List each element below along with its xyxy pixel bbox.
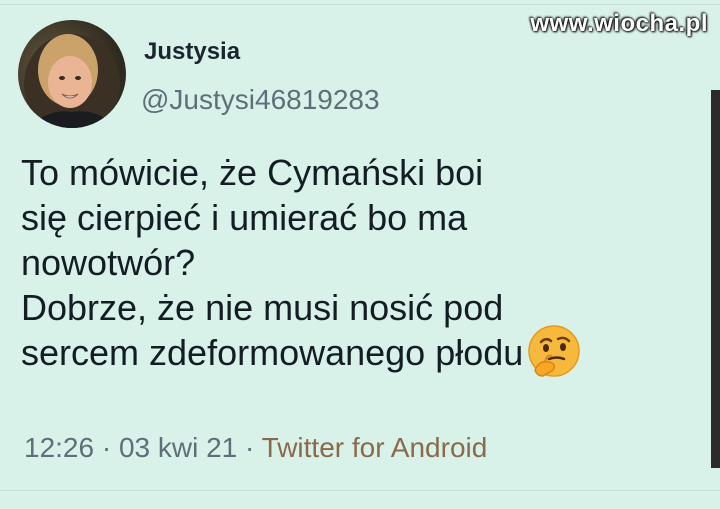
avatar-image: [24, 34, 120, 128]
tweet-line: się cierpieć i umierać bo ma: [21, 197, 468, 238]
tweet-time[interactable]: 12:26: [24, 432, 94, 463]
meta-separator: ·: [94, 432, 119, 463]
meta-separator: ·: [237, 432, 262, 463]
scrollbar[interactable]: [711, 90, 720, 468]
tweet-line: nowotwór?: [21, 242, 196, 283]
avatar[interactable]: [18, 20, 126, 128]
tweet-card: Justysia @Justysi46819283 www.wiocha.pl …: [0, 0, 720, 509]
tweet-text: To mówicie, że Cymański boi się cierpieć…: [21, 150, 671, 378]
tweet-line-last: sercem zdeformowanego płodu: [21, 325, 671, 378]
watermark: www.wiocha.pl: [530, 10, 708, 37]
tweet-line: To mówicie, że Cymański boi: [21, 152, 484, 193]
tweet-date[interactable]: 03 kwi 21: [119, 432, 237, 463]
tweet-source[interactable]: Twitter for Android: [262, 432, 488, 463]
user-handle[interactable]: @Justysi46819283: [141, 84, 380, 116]
top-divider: [0, 4, 720, 5]
user-name[interactable]: Justysia: [144, 38, 240, 66]
bottom-divider: [0, 490, 720, 491]
thinking-face-icon: [528, 325, 581, 378]
tweet-line: Dobrze, że nie musi nosić pod: [21, 287, 504, 328]
tweet-meta: 12:26 · 03 kwi 21 · Twitter for Android: [24, 432, 487, 464]
tweet-line: sercem zdeformowanego płodu: [21, 332, 524, 373]
